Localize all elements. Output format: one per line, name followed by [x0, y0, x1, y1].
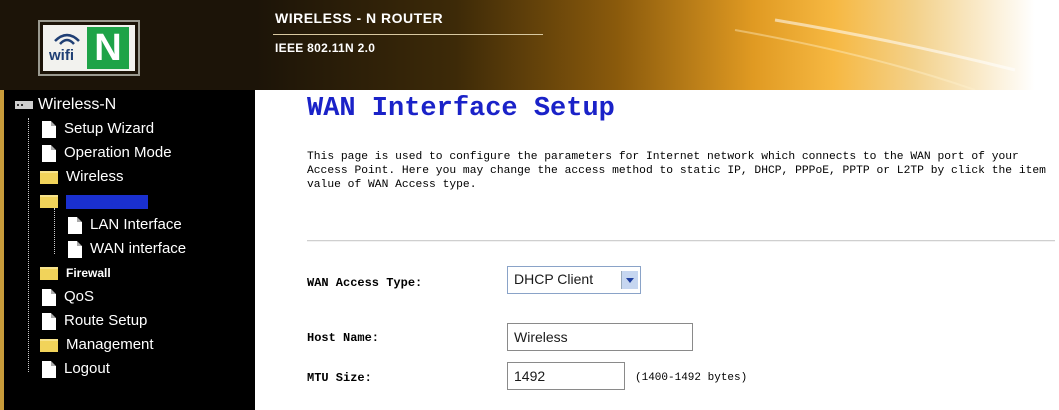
banner: WIRELESS - N ROUTER IEEE 802.11N 2.0 — [255, 0, 1059, 90]
banner-rule — [273, 34, 543, 35]
sidebar-item-label: WAN interface — [90, 240, 187, 257]
document-icon — [42, 360, 56, 378]
sidebar-item-qos[interactable]: QoS — [42, 288, 94, 306]
page-title: WAN Interface Setup — [307, 94, 615, 124]
product-title: WIRELESS - N ROUTER — [275, 10, 444, 26]
header: wifi N WIRELESS - N ROUTER IEEE 802.11N … — [0, 0, 1059, 90]
chevron-down-icon[interactable] — [621, 271, 638, 289]
folder-icon — [40, 267, 58, 281]
document-icon — [68, 216, 82, 234]
sidebar-item-wan-interface[interactable]: WAN interface — [68, 240, 186, 258]
wan-access-type-label: WAN Access Type: — [307, 276, 423, 290]
sidebar-item-label: Logout — [64, 360, 110, 377]
page-description: This page is used to configure the param… — [307, 151, 1046, 191]
standard-label: IEEE 802.11N 2.0 — [275, 41, 376, 55]
router-icon — [15, 100, 33, 109]
sidebar-item-label: Management — [66, 336, 154, 353]
sidebar-root[interactable]: Wireless-N — [14, 96, 116, 114]
logo-wifi-text: wifi — [49, 47, 74, 64]
mtu-size-input[interactable] — [507, 362, 625, 390]
document-icon — [42, 312, 56, 330]
document-icon — [42, 120, 56, 138]
folder-icon — [40, 170, 58, 184]
logo-n-text: N — [87, 27, 129, 69]
host-name-input[interactable] — [507, 323, 693, 351]
sidebar-item-label: LAN Interface — [90, 216, 182, 233]
sidebar-item-label: Firewall — [66, 266, 111, 280]
host-name-label: Host Name: — [307, 331, 380, 345]
sidebar-item-operation-mode[interactable]: Operation Mode — [42, 144, 172, 162]
sidebar-item-tcpip-settings[interactable]: TCP/IP Settings — [40, 192, 149, 209]
sidebar-item-label: TCP/IP Settings — [66, 195, 149, 209]
logo-area: wifi N — [0, 0, 255, 90]
sidebar-item-label: Operation Mode — [64, 144, 172, 161]
tree-line — [54, 208, 55, 254]
sidebar-item-label: QoS — [64, 288, 95, 305]
sidebar-item-label: Wireless — [66, 168, 124, 185]
sidebar-item-setup-wizard[interactable]: Setup Wizard — [42, 120, 154, 138]
document-icon — [42, 144, 56, 162]
mtu-size-label: MTU Size: — [307, 371, 372, 385]
sidebar-nav: Wireless-N Setup Wizard Operation Mode W… — [0, 90, 255, 410]
sidebar-item-wireless[interactable]: Wireless — [40, 168, 124, 185]
folder-open-icon — [40, 194, 58, 208]
main-content: WAN Interface Setup This page is used to… — [255, 90, 1059, 410]
sidebar-item-management[interactable]: Management — [40, 336, 154, 353]
wifi-signal-icon — [54, 33, 80, 45]
sidebar-item-label: Route Setup — [64, 312, 148, 329]
document-icon — [42, 288, 56, 306]
sidebar-item-firewall[interactable]: Firewall — [40, 266, 111, 281]
sidebar-root-label: Wireless-N — [38, 96, 117, 113]
sidebar-item-lan-interface[interactable]: LAN Interface — [68, 216, 182, 234]
wan-access-type-value: DHCP Client — [514, 271, 594, 287]
folder-icon — [40, 338, 58, 352]
sidebar-item-route-setup[interactable]: Route Setup — [42, 312, 147, 330]
tree-line — [28, 118, 29, 372]
mtu-size-hint: (1400-1492 bytes) — [635, 372, 748, 384]
wifi-n-logo: wifi N — [38, 20, 140, 76]
sidebar-item-logout[interactable]: Logout — [42, 360, 110, 378]
sidebar-item-label: Setup Wizard — [64, 120, 155, 137]
wan-access-type-select[interactable]: DHCP Client — [507, 266, 641, 294]
document-icon — [68, 240, 82, 258]
divider — [307, 240, 1055, 242]
